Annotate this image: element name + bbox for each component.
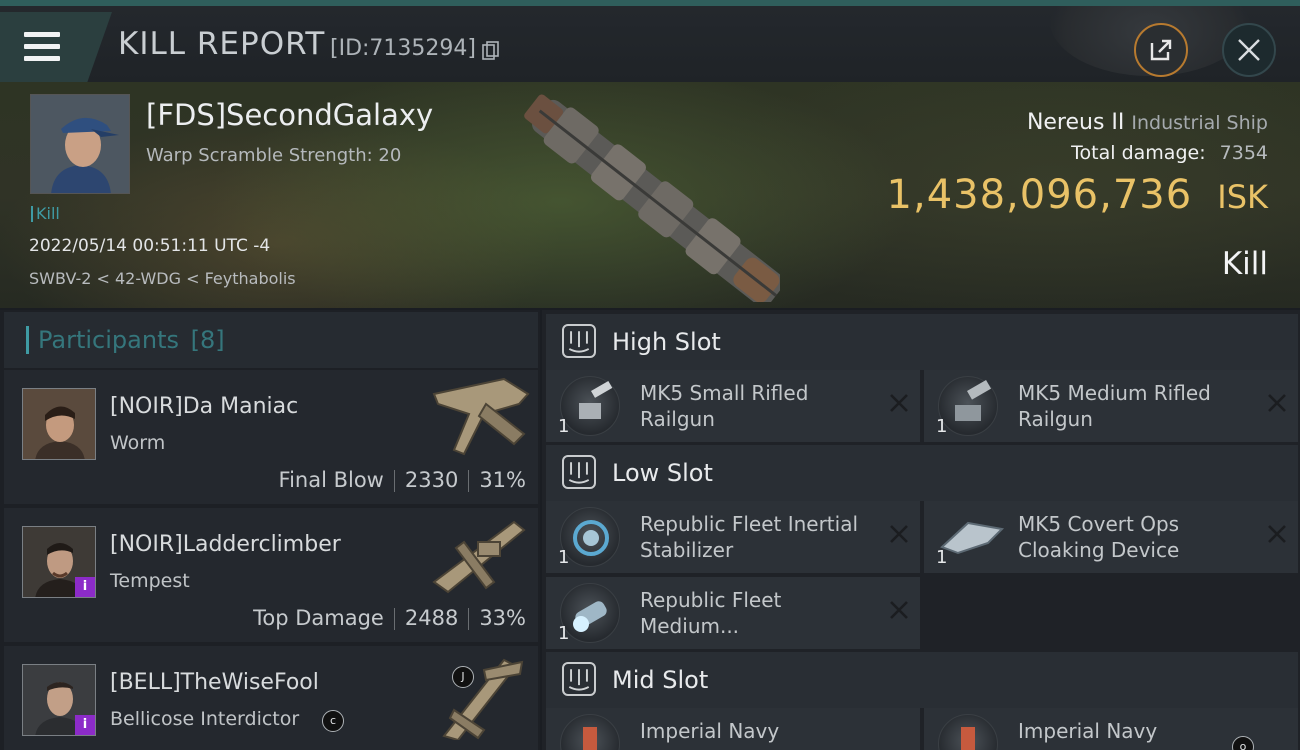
participant-name[interactable]: [NOIR]Ladderclimber — [110, 532, 341, 557]
module-quantity: 1 — [936, 416, 948, 437]
victim-ship-name: Nereus II Industrial Ship — [1027, 110, 1268, 135]
participant-damage: 2330 — [404, 468, 459, 492]
participant-stats: Top Damage 2488 33% — [253, 606, 526, 630]
ship-class: Industrial Ship — [1131, 112, 1268, 134]
ship-type-name[interactable]: Nereus II — [1027, 110, 1124, 135]
module-quantity: 1 — [558, 547, 570, 568]
total-damage: Total damage: 7354 — [1071, 142, 1268, 164]
share-icon — [1150, 39, 1172, 61]
module-name: Imperial Navy — [640, 719, 780, 743]
participant-row[interactable]: i [BELL]TheWiseFool Bellicose Interdicto… — [4, 646, 538, 750]
warp-scramble-strength: Warp Scramble Strength: 20 — [146, 145, 402, 166]
low-slot-title: Low Slot — [612, 459, 713, 487]
report-id: [ID:7135294] — [330, 36, 476, 61]
module-item[interactable]: 1 MK5 Covert Ops Cloaking Device — [924, 501, 1298, 573]
module-name: MK5 Small Rifled Railgun — [640, 381, 809, 431]
total-damage-label: Total damage: — [1071, 142, 1206, 164]
module-quantity: 1 — [936, 547, 948, 568]
top-bar: KILL REPORT [ID:7135294] — [0, 0, 1300, 82]
fitting-panel: High Slot 1 MK5 Small Rifled Railgun 1 M… — [542, 310, 1300, 750]
isk-value: 1,438,096,736 — [886, 172, 1193, 218]
module-item[interactable]: 1 Republic Fleet Medium... — [546, 577, 920, 649]
close-icon — [1238, 39, 1260, 61]
module-name: Republic Fleet Inertial Stabilizer — [640, 512, 859, 562]
participant-avatar[interactable]: i — [22, 664, 96, 736]
pilot-portrait-icon — [31, 95, 129, 193]
participant-stats: Final Blow 2330 31% — [279, 468, 526, 492]
slot-icon — [562, 662, 596, 696]
module-name: Republic Fleet Medium... — [640, 588, 782, 638]
info-badge[interactable]: i — [75, 715, 95, 735]
participant-ship: Worm — [110, 432, 166, 454]
module-name: MK5 Covert Ops Cloaking Device — [1018, 512, 1180, 562]
module-item[interactable]: Imperial Navy — [546, 708, 920, 750]
imperial-navy-module-icon — [560, 714, 620, 750]
module-item[interactable]: 1 Republic Fleet Inertial Stabilizer — [546, 501, 920, 573]
isk-unit: ISK — [1217, 178, 1268, 216]
copy-icon[interactable] — [482, 41, 500, 61]
low-slot-header: Low Slot — [546, 445, 1298, 501]
participants-count: [8] — [190, 326, 225, 354]
info-badge[interactable]: i — [75, 577, 95, 597]
high-slot-header: High Slot — [546, 314, 1298, 370]
module-item[interactable]: 1 MK5 Small Rifled Railgun — [546, 370, 920, 442]
imperial-navy-module-icon — [938, 714, 998, 750]
participant-ship-image[interactable] — [424, 374, 534, 464]
slot-icon — [562, 324, 596, 358]
mid-slot-header: Mid Slot — [546, 652, 1298, 708]
high-slot-title: High Slot — [612, 328, 721, 356]
participant-avatar[interactable]: i — [22, 526, 96, 598]
isk-value-row: 1,438,096,736 ISK — [887, 172, 1268, 218]
participant-row[interactable]: i [NOIR]Ladderclimber Tempest Top Damage… — [4, 508, 538, 642]
victim-name[interactable]: [FDS]SecondGalaxy — [146, 98, 433, 132]
participants-panel: Participants [8] [NOIR]Da Maniac Worm Fi… — [0, 310, 540, 750]
participant-ship: Bellicose Interdictor — [110, 708, 300, 730]
victim-ship-image[interactable] — [520, 92, 780, 302]
pilot-portrait-icon — [23, 389, 95, 459]
participant-name[interactable]: [BELL]TheWiseFool — [110, 670, 319, 695]
close-x-icon — [890, 601, 908, 619]
mid-slot-title: Mid Slot — [612, 666, 709, 694]
close-button[interactable] — [1222, 23, 1276, 77]
participant-role: Top Damage — [253, 606, 384, 630]
close-x-icon — [1268, 394, 1286, 412]
c-marker-icon: c — [322, 710, 344, 732]
share-button[interactable] — [1134, 23, 1188, 77]
participant-role: Final Blow — [278, 468, 384, 492]
slot-icon — [562, 455, 596, 489]
kill-location[interactable]: SWBV-2 < 42-WDG < Feythabolis — [29, 269, 296, 288]
menu-icon — [24, 32, 60, 62]
participant-percent: 33% — [479, 606, 526, 630]
module-name: MK5 Medium Rifled Railgun — [1018, 381, 1211, 431]
kill-tag: Kill — [31, 206, 60, 222]
participant-percent: 31% — [479, 468, 526, 492]
page-title: KILL REPORT — [118, 26, 326, 62]
participant-name[interactable]: [NOIR]Da Maniac — [110, 394, 298, 419]
participant-avatar[interactable] — [22, 388, 96, 460]
menu-button[interactable] — [0, 12, 112, 82]
module-quantity: 1 — [558, 416, 570, 437]
close-x-icon — [1268, 525, 1286, 543]
participant-row[interactable]: [NOIR]Da Maniac Worm Final Blow 2330 31% — [4, 370, 538, 504]
module-quantity: 1 — [558, 623, 570, 644]
participant-ship: Tempest — [110, 570, 190, 592]
kill-datetime: 2022/05/14 00:51:11 UTC -4 — [29, 236, 271, 256]
module-name: Imperial Navy — [1018, 719, 1158, 743]
close-x-icon — [890, 394, 908, 412]
participants-title: Participants — [38, 326, 179, 354]
participant-damage: 2488 — [404, 606, 459, 630]
close-x-icon — [890, 525, 908, 543]
participant-ship-image[interactable] — [424, 512, 534, 602]
participants-header: Participants [8] — [4, 312, 538, 368]
total-damage-value: 7354 — [1219, 142, 1268, 164]
result-label: Kill — [1221, 246, 1268, 282]
victim-avatar[interactable] — [30, 94, 130, 194]
participant-ship-image[interactable] — [424, 650, 534, 740]
j-marker-icon: J — [452, 666, 474, 688]
module-item[interactable]: 1 MK5 Medium Rifled Railgun — [924, 370, 1298, 442]
